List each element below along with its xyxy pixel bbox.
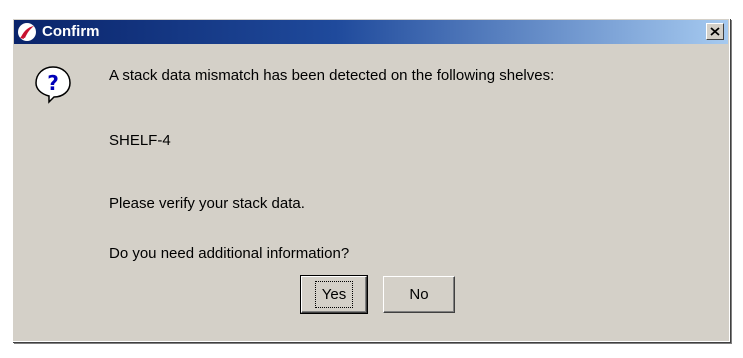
- message-line-shelf: SHELF-4: [109, 132, 171, 149]
- yes-button[interactable]: Yes: [300, 275, 368, 314]
- svg-text:?: ?: [47, 71, 59, 95]
- yes-button-label: Yes: [314, 281, 354, 308]
- no-button-label: No: [409, 286, 429, 303]
- title-bar[interactable]: Confirm: [14, 20, 728, 44]
- question-icon: ?: [35, 66, 71, 104]
- close-button[interactable]: [706, 23, 724, 40]
- confirm-dialog: Confirm ? A stack data mismatch has been…: [12, 18, 730, 342]
- no-button[interactable]: No: [383, 276, 455, 313]
- message-line-1: A stack data mismatch has been detected …: [109, 67, 555, 84]
- app-icon: [18, 23, 36, 41]
- message-line-question: Do you need additional information?: [109, 245, 350, 262]
- message-line-verify: Please verify your stack data.: [109, 195, 305, 212]
- close-icon: [710, 27, 720, 36]
- dialog-title: Confirm: [42, 23, 100, 40]
